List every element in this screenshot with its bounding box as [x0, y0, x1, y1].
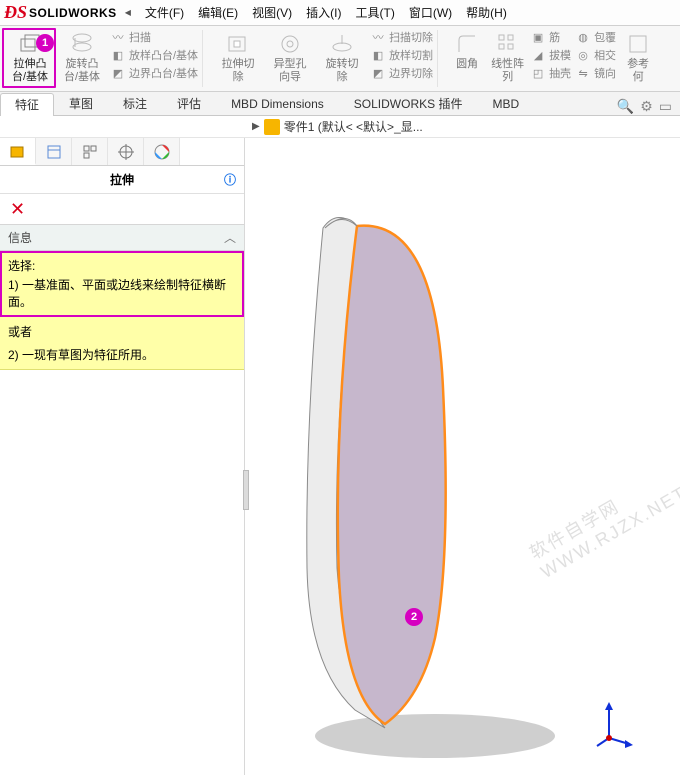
- cmd-loft[interactable]: ◧放样凸台/基体: [110, 46, 198, 64]
- pm-info-or-label: 或者: [8, 323, 236, 340]
- shell-icon: ◰: [530, 65, 546, 81]
- intersect-icon: ◎: [575, 47, 591, 63]
- cmd-reference-geom[interactable]: 参考 何: [618, 26, 658, 91]
- pm-tab-appearance[interactable]: [144, 138, 180, 165]
- menu-view[interactable]: 视图(V): [246, 4, 298, 21]
- sweep-icon: 〰: [110, 29, 126, 45]
- pm-tab-feature[interactable]: [0, 138, 36, 165]
- tab-mbd[interactable]: MBD: [477, 92, 534, 115]
- tab-sw-addins[interactable]: SOLIDWORKS 插件: [339, 92, 478, 115]
- app-logo: ÐS SOLIDWORKS: [4, 2, 117, 23]
- menu-help[interactable]: 帮助(H): [460, 4, 513, 21]
- model-body: [245, 138, 680, 775]
- splitter-handle[interactable]: [243, 470, 249, 510]
- mirror-icon: ⇋: [575, 65, 591, 81]
- cmd-mirror[interactable]: ⇋镜向: [575, 64, 616, 82]
- pm-info-or-text: 2) 一现有草图为特征所用。: [8, 346, 236, 363]
- menu-edit[interactable]: 编辑(E): [192, 4, 244, 21]
- tab-mbd-dim[interactable]: MBD Dimensions: [216, 92, 339, 115]
- tab-features[interactable]: 特征: [0, 93, 54, 116]
- options-icon[interactable]: ⚙: [640, 98, 653, 115]
- cmd-shell[interactable]: ◰抽壳: [530, 64, 571, 82]
- cmd-revolve-boss[interactable]: 旋转凸 台/基体: [56, 26, 108, 91]
- reference-geom-icon: [624, 30, 652, 58]
- cmd-loft-cut[interactable]: ◧放样切割: [370, 46, 433, 64]
- expand-icon[interactable]: ▭: [659, 98, 672, 115]
- rib-icon: ▣: [530, 29, 546, 45]
- cmd-fillet[interactable]: 圆角: [447, 26, 487, 91]
- tab-annotate[interactable]: 标注: [108, 92, 162, 115]
- cmd-intersect[interactable]: ◎相交: [575, 46, 616, 64]
- boundary-cut-icon: ◩: [370, 65, 386, 81]
- crumb-part-name[interactable]: 零件1 (默认< <默认>_显...: [284, 118, 423, 135]
- loft-icon: ◧: [110, 47, 126, 63]
- menu-file[interactable]: 文件(F): [139, 4, 190, 21]
- pm-info-block-1: 选择: 1) 一基准面、平面或边线来绘制特征横断面。: [0, 251, 244, 317]
- logo-ds-icon: ÐS: [4, 2, 27, 23]
- annotation-bubble-2: 2: [405, 608, 423, 626]
- cmd-linear-pattern[interactable]: 线性阵 列: [487, 26, 528, 91]
- cmd-revolve-cut[interactable]: 旋转切 除: [316, 26, 368, 91]
- sweep-cut-icon: 〰: [370, 29, 386, 45]
- crumb-arrow-icon[interactable]: ▶: [252, 121, 260, 132]
- pm-info-header: 信息: [8, 229, 32, 246]
- fillet-icon: [453, 30, 481, 58]
- menu-insert[interactable]: 插入(I): [300, 4, 347, 21]
- wrap-icon: ◍: [575, 29, 591, 45]
- cmd-sweep[interactable]: 〰扫描: [110, 28, 198, 46]
- pm-info-select-text: 1) 一基准面、平面或边线来绘制特征横断面。: [8, 276, 236, 310]
- revolve-boss-icon: [68, 30, 96, 58]
- cmd-rib[interactable]: ▣筋: [530, 28, 571, 46]
- pm-title: 拉伸: [110, 171, 134, 188]
- cmd-sweep-cut[interactable]: 〰扫描切除: [370, 28, 433, 46]
- loft-cut-icon: ◧: [370, 47, 386, 63]
- search-icon[interactable]: 🔍: [617, 98, 634, 115]
- menu-tools[interactable]: 工具(T): [350, 4, 401, 21]
- part-icon: [264, 119, 280, 135]
- extrude-cut-icon: [224, 30, 252, 58]
- pm-help-icon[interactable]: ⓘ: [224, 171, 236, 188]
- menu-window[interactable]: 窗口(W): [403, 4, 458, 21]
- pm-tab-config[interactable]: [72, 138, 108, 165]
- cmd-wrap[interactable]: ◍包覆: [575, 28, 616, 46]
- pm-tab-dimxpert[interactable]: [108, 138, 144, 165]
- cmd-boundary-cut[interactable]: ◩边界切除: [370, 64, 433, 82]
- pm-info-block-2: 或者 2) 一现有草图为特征所用。: [0, 317, 244, 370]
- cmd-boundary[interactable]: ◩边界凸台/基体: [110, 64, 198, 82]
- pm-collapse-icon[interactable]: ︿: [224, 229, 236, 246]
- tab-sketch[interactable]: 草图: [54, 92, 108, 115]
- revolve-cut-icon: [328, 30, 356, 58]
- boundary-icon: ◩: [110, 65, 126, 81]
- cmd-hole-wizard[interactable]: 异型孔 向导: [264, 26, 316, 91]
- graphics-viewport[interactable]: 凸台-拉伸1 2 软件自学网 WWW.RJZX.NET: [245, 138, 680, 775]
- annotation-bubble-1: 1: [36, 34, 54, 52]
- menu-dropdown-icon[interactable]: ◀: [125, 8, 131, 17]
- linear-pattern-icon: [494, 30, 522, 58]
- draft-icon: ◢: [530, 47, 546, 63]
- pm-cancel-button[interactable]: ✕: [0, 194, 244, 224]
- pm-info-select-label: 选择:: [8, 257, 236, 274]
- tab-evaluate[interactable]: 评估: [162, 92, 216, 115]
- cmd-extrude-cut[interactable]: 拉伸切 除: [212, 26, 264, 91]
- cmd-draft[interactable]: ◢拔模: [530, 46, 571, 64]
- pm-tab-properties[interactable]: [36, 138, 72, 165]
- hole-wizard-icon: [276, 30, 304, 58]
